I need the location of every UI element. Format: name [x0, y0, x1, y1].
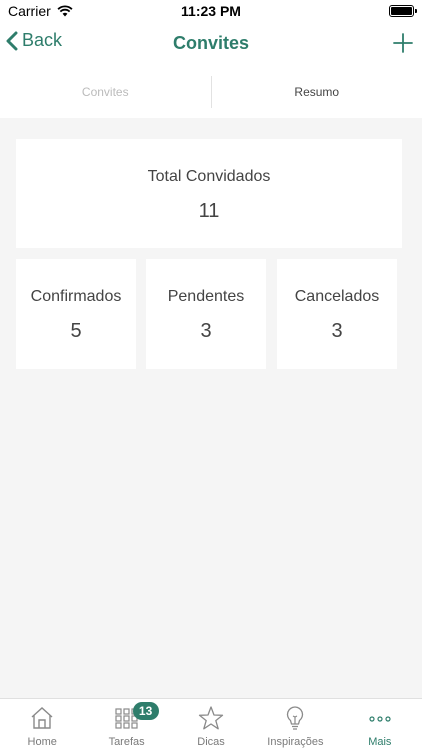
tabbar-label-inspiracoes: Inspirações	[267, 736, 324, 748]
battery-icon	[389, 5, 417, 17]
pending-label: Pendentes	[167, 288, 245, 305]
tabbar-item-inspiracoes[interactable]: Inspirações	[253, 699, 337, 750]
navigation-bar: Back Convites	[0, 22, 422, 66]
star-icon	[198, 706, 224, 730]
cancelled-value: 3	[331, 320, 343, 342]
add-icon[interactable]	[392, 32, 414, 54]
pending-value: 3	[200, 320, 212, 342]
tabbar-item-home[interactable]: Home	[0, 699, 84, 750]
total-guests-card: Total Convidados 11	[16, 139, 402, 248]
home-icon	[31, 707, 53, 729]
confirmed-label: Confirmados	[30, 288, 122, 305]
status-time: 11:23 PM	[181, 3, 241, 19]
lightbulb-icon	[287, 706, 304, 730]
status-bar: Carrier 11:23 PM	[0, 0, 422, 22]
tabbar-label-dicas: Dicas	[197, 736, 225, 748]
tab-convites[interactable]: Convites	[0, 66, 211, 118]
total-guests-value: 11	[198, 200, 220, 222]
tasks-count-badge: 13	[132, 702, 159, 720]
more-icon	[369, 716, 391, 722]
confirmed-card: Confirmados 5	[16, 259, 136, 369]
tabbar-label-mais: Mais	[368, 736, 392, 748]
tabbar-item-mais[interactable]: Mais	[338, 699, 422, 750]
tabbar-item-dicas[interactable]: Dicas	[169, 699, 253, 750]
confirmed-value: 5	[70, 320, 82, 342]
segment-tabs: Convites Resumo	[0, 66, 422, 118]
pending-card: Pendentes 3	[146, 259, 266, 369]
tabbar-item-tarefas[interactable]: 13 Tarefas	[84, 699, 168, 750]
total-guests-label: Total Convidados	[147, 168, 271, 185]
tabbar-label-home: Home	[27, 736, 57, 748]
tabbar-label-tarefas: Tarefas	[108, 736, 145, 748]
tab-resumo[interactable]: Resumo	[212, 66, 422, 118]
cancelled-card: Cancelados 3	[277, 259, 397, 369]
cancelled-label: Cancelados	[294, 288, 380, 305]
page-title: Convites	[172, 33, 250, 53]
tab-bar: Home 13 Tarefas Dicas Inspirações Mais	[0, 698, 422, 750]
